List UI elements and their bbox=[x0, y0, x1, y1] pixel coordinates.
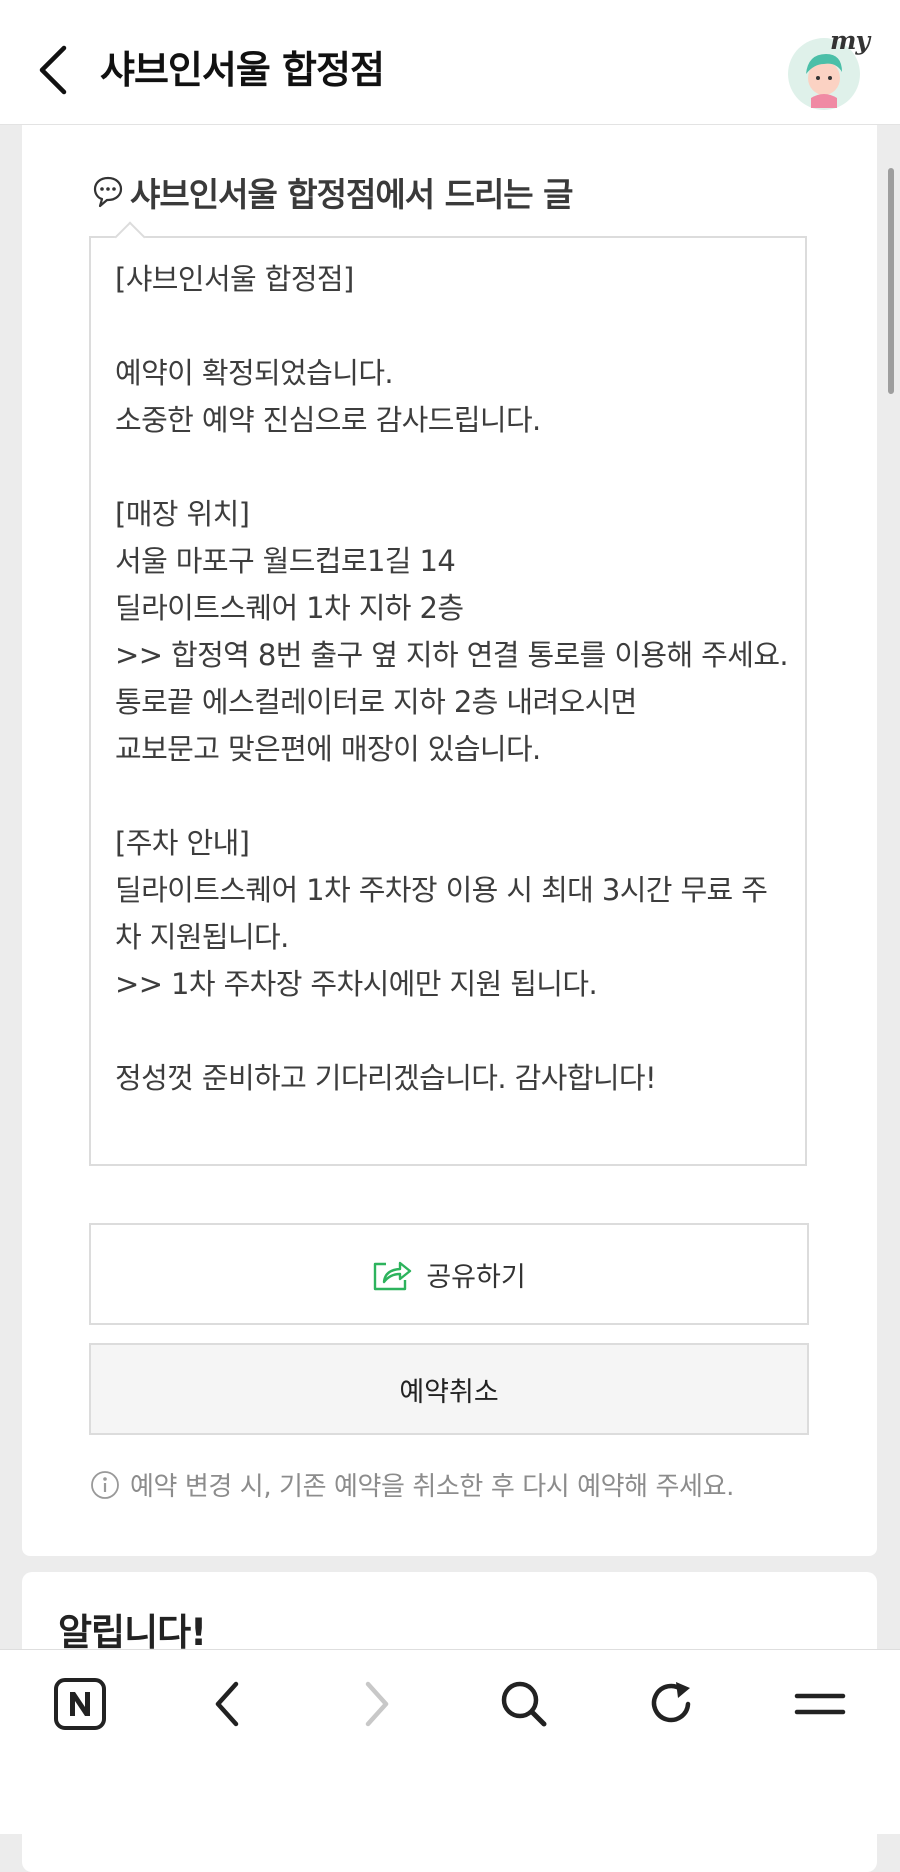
page-title: 샤브인서울 합정점 bbox=[100, 48, 385, 92]
chevron-right-icon bbox=[365, 1681, 389, 1727]
chevron-left-icon bbox=[39, 45, 67, 95]
back-button[interactable] bbox=[34, 42, 76, 98]
refresh-icon bbox=[651, 1682, 691, 1723]
my-badge: my bbox=[830, 26, 870, 55]
browser-forward-button[interactable] bbox=[346, 1674, 406, 1734]
message-header: 샤브인서울 합정점에서 드리는 글 bbox=[92, 164, 574, 220]
browser-refresh-button[interactable] bbox=[642, 1674, 702, 1734]
change-notice: 예약 변경 시, 기존 예약을 취소한 후 다시 예약해 주세요. bbox=[90, 1466, 734, 1503]
naver-n-icon bbox=[54, 1678, 106, 1730]
browser-bottom-bar bbox=[0, 1649, 900, 1834]
message-body: [샤브인서울 합정점] 예약이 확정되었습니다. 소중한 예약 진심으로 감사드… bbox=[115, 262, 789, 1095]
share-button[interactable]: 공유하기 bbox=[89, 1223, 809, 1325]
menu-icon bbox=[794, 1693, 846, 1715]
scrollbar[interactable] bbox=[888, 168, 894, 394]
share-button-label: 공유하기 bbox=[426, 1261, 526, 1293]
browser-back-button[interactable] bbox=[198, 1674, 258, 1734]
top-header: 샤브인서울 합정점 my bbox=[0, 0, 900, 125]
notice-text: 예약 변경 시, 기존 예약을 취소한 후 다시 예약해 주세요. bbox=[130, 1472, 734, 1502]
cancel-reservation-button[interactable]: 예약취소 bbox=[89, 1343, 809, 1435]
my-page-avatar[interactable]: my bbox=[784, 26, 876, 112]
cancel-button-label: 예약취소 bbox=[399, 1376, 499, 1408]
message-title: 샤브인서울 합정점에서 드리는 글 bbox=[130, 175, 574, 214]
message-box: [샤브인서울 합정점] 예약이 확정되었습니다. 소중한 예약 진심으로 감사드… bbox=[89, 221, 807, 1166]
speech-bubble-icon bbox=[93, 176, 123, 208]
info-icon bbox=[91, 1470, 119, 1499]
browser-search-button[interactable] bbox=[494, 1674, 554, 1734]
browser-menu-button[interactable] bbox=[790, 1674, 850, 1734]
chevron-left-icon bbox=[215, 1681, 239, 1727]
search-icon bbox=[501, 1681, 547, 1727]
share-icon bbox=[374, 1261, 412, 1291]
reservation-message-card: 샤브인서울 합정점에서 드리는 글 [샤브인서울 합정점] 예약이 확정되었습니… bbox=[22, 124, 877, 1556]
announcement-title: 알립니다! bbox=[58, 1611, 207, 1654]
home-button[interactable] bbox=[50, 1674, 110, 1734]
message-box-tail bbox=[114, 221, 146, 253]
